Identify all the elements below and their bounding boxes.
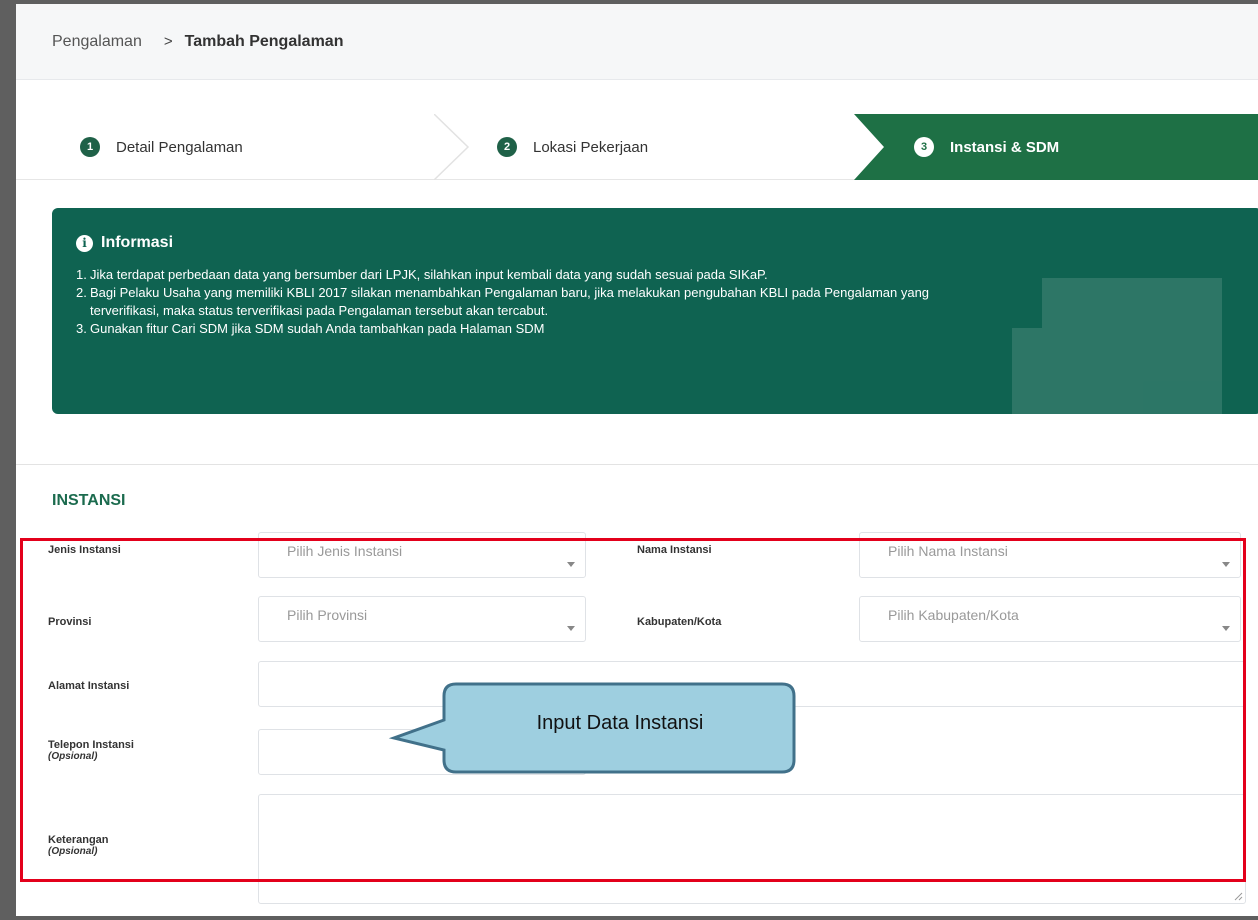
info-title: i Informasi — [76, 234, 1228, 252]
section-divider — [16, 464, 1258, 465]
info-item-number: 2. — [76, 285, 87, 300]
step-number-2: 2 — [497, 137, 517, 157]
breadcrumb: Pengalaman > Tambah Pengalaman — [16, 4, 1258, 80]
info-alert: i Informasi 1. Jika terdapat perbedaan da… — [52, 208, 1258, 414]
building-watermark — [1012, 278, 1222, 414]
info-item-number: 1. — [76, 267, 87, 282]
step-lokasi-pekerjaan[interactable]: 2 Lokasi Pekerjaan — [497, 114, 648, 180]
breadcrumb-separator: > — [163, 33, 173, 50]
step-divider-chevron — [434, 114, 470, 180]
step-detail-pengalaman[interactable]: 1 Detail Pengalaman — [80, 114, 243, 180]
info-circle-icon: i — [76, 234, 93, 252]
section-title-instansi: INSTANSI — [52, 492, 126, 509]
step-instansi-sdm[interactable]: 3 Instansi & SDM — [854, 114, 1258, 180]
step-label-3: Instansi & SDM — [950, 138, 1060, 156]
info-item-text: Jika terdapat perbedaan data yang bersum… — [90, 267, 768, 282]
info-item-text: Gunakan fitur Cari SDM jika SDM sudah An… — [90, 321, 545, 336]
callout-text: Input Data Instansi — [536, 712, 704, 734]
breadcrumb-current: Tambah Pengalaman — [184, 32, 344, 50]
wizard-steps: 1 Detail Pengalaman 2 Lokasi Pekerjaan 3… — [16, 114, 1258, 180]
step-label-1: Detail Pengalaman — [116, 138, 243, 156]
info-item-number: 3. — [76, 321, 87, 336]
step-number-1: 1 — [80, 137, 100, 157]
resize-handle-icon[interactable] — [1233, 891, 1243, 901]
step-label-2: Lokasi Pekerjaan — [533, 138, 649, 156]
step-number-3: 3 — [914, 137, 934, 157]
breadcrumb-parent-link[interactable]: Pengalaman — [52, 33, 142, 51]
info-item-text: Bagi Pelaku Usaha yang memiliki KBLI 201… — [90, 285, 930, 300]
info-title-text: Informasi — [101, 234, 174, 251]
